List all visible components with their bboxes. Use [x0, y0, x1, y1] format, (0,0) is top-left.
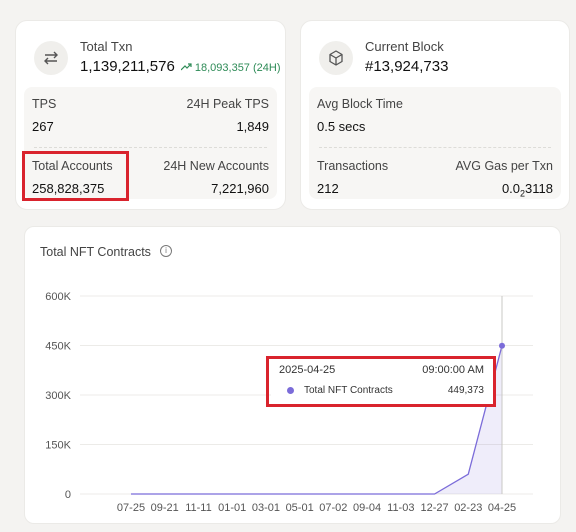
x-tick-label: 09-21 — [151, 502, 179, 514]
current-block-stats: Avg Block Time 0.5 secs Transactions 212… — [309, 87, 561, 199]
accounts-highlight-box — [22, 151, 129, 201]
transfer-arrows-icon — [34, 41, 68, 75]
peak-tps-value: 1,849 — [236, 119, 269, 134]
transactions-label: Transactions — [317, 159, 389, 173]
total-txn-value: 1,139,211,576 18,093,357 (24H) — [80, 58, 281, 75]
total-txn-card: Total Txn 1,139,211,576 18,093,357 (24H)… — [15, 20, 286, 210]
x-tick-label: 03-01 — [252, 502, 280, 514]
total-txn-label: Total Txn — [80, 39, 133, 54]
trend-up-icon — [180, 63, 192, 71]
y-tick-label: 450K — [45, 341, 71, 353]
x-tick-label: 02-23 — [454, 502, 482, 514]
x-tick-label: 07-25 — [117, 502, 145, 514]
x-tick-label: 11-11 — [185, 502, 212, 514]
y-tick-label: 150K — [45, 440, 71, 452]
current-block-header: Current Block #13,924,733 — [301, 21, 569, 85]
total-txn-change: 18,093,357 (24H) — [180, 62, 281, 74]
x-tick-label: 09-04 — [353, 502, 381, 514]
total-txn-header: Total Txn 1,139,211,576 18,093,357 (24H) — [16, 21, 285, 85]
total-txn-stats: TPS 267 24H Peak TPS 1,849 Total Account… — [22, 87, 277, 201]
stats-divider — [34, 147, 267, 148]
avg-gas-label: AVG Gas per Txn — [455, 159, 554, 173]
current-block-card: Current Block #13,924,733 Avg Block Time… — [300, 20, 570, 210]
tooltip-highlight-box — [266, 356, 496, 407]
new-accounts-value: 7,221,960 — [211, 181, 269, 196]
y-tick-label: 600K — [45, 291, 71, 303]
x-tick-label: 04-25 — [488, 502, 516, 514]
avg-gas-tail: 3118 — [525, 181, 553, 196]
y-tick-label: 300K — [45, 390, 71, 402]
x-tick-label: 07-02 — [319, 502, 347, 514]
block-stats-divider — [319, 147, 551, 148]
tps-value: 267 — [32, 119, 54, 134]
total-txn-count: 1,139,211,576 — [80, 58, 175, 75]
avg-block-time-value: 0.5 secs — [317, 119, 366, 134]
current-block-label: Current Block — [365, 39, 444, 54]
x-tick-label: 05-01 — [286, 502, 314, 514]
avg-block-time-label: Avg Block Time — [317, 97, 403, 111]
x-tick-label: 01-01 — [218, 502, 246, 514]
x-tick-label: 12-27 — [420, 502, 448, 514]
nft-contracts-card: Total NFT Contracts i 0 150K 300K 450K 600K 0… — [24, 226, 561, 524]
y-tick-label: 0 — [65, 489, 71, 501]
peak-tps-label: 24H Peak TPS — [186, 97, 269, 111]
hover-point — [499, 342, 505, 349]
current-block-value: #13,924,733 — [365, 58, 449, 75]
tps-label: TPS — [32, 97, 57, 111]
cube-icon — [319, 41, 353, 75]
new-accounts-label: 24H New Accounts — [163, 159, 269, 173]
x-tick-label: 11-03 — [387, 502, 414, 514]
avg-gas-main: 0.0 — [501, 181, 521, 196]
total-txn-change-text: 18,093,357 (24H) — [194, 62, 281, 74]
avg-gas-value: 0.023118 — [502, 181, 553, 199]
transactions-value: 212 — [317, 181, 339, 196]
